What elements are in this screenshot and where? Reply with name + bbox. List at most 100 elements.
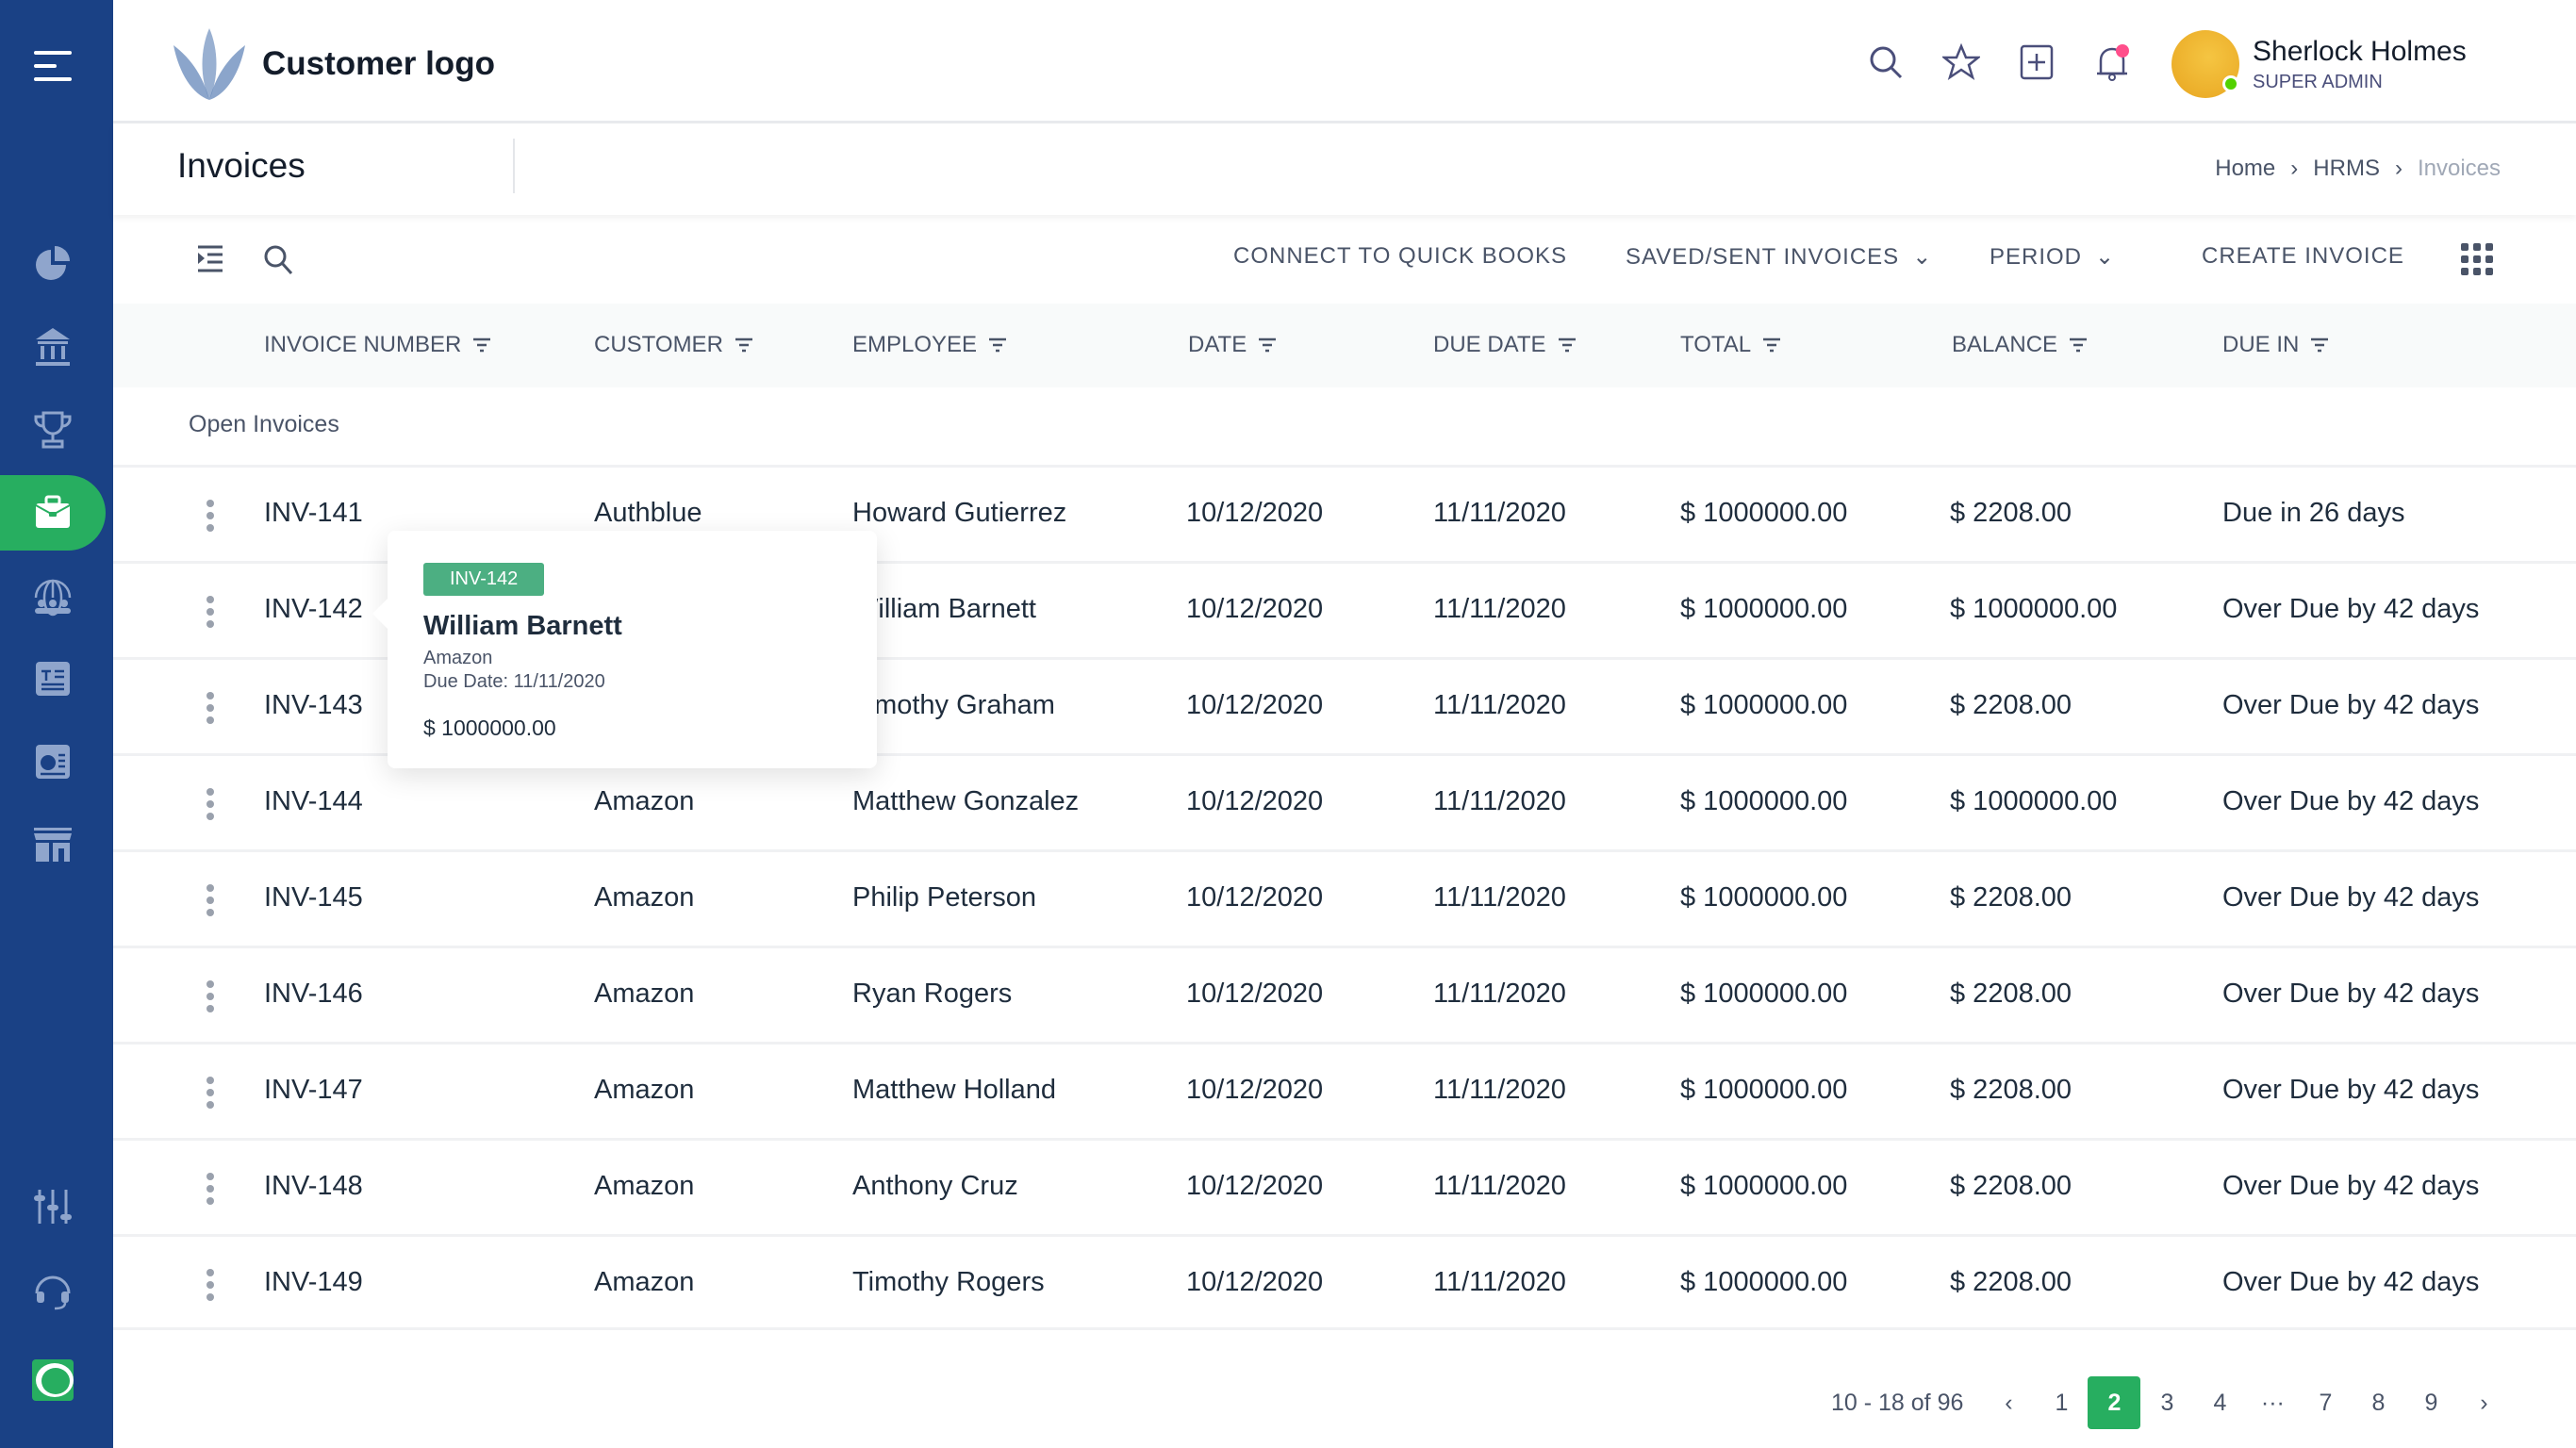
search-icon[interactable] <box>1867 43 1905 81</box>
row-actions-kebab-icon[interactable] <box>204 884 217 916</box>
invoice-tooltip: INV-142 William Barnett Amazon Due Date:… <box>372 531 877 768</box>
toolbar: CONNECT TO QUICK BOOKS SAVED/SENT INVOIC… <box>113 215 2576 304</box>
cell-invoice-number[interactable]: INV-142 <box>264 594 363 625</box>
filter-icon[interactable] <box>988 337 1007 353</box>
user-name: Sherlock Holmes <box>2253 35 2467 67</box>
user-menu[interactable]: Sherlock Holmes SUPER ADMIN <box>2171 30 2467 98</box>
row-actions-kebab-icon[interactable] <box>204 788 217 820</box>
customer-logo[interactable]: Customer logo <box>172 26 495 102</box>
page-4[interactable]: 4 <box>2193 1376 2246 1429</box>
page-1[interactable]: 1 <box>2035 1376 2088 1429</box>
column-header-balance[interactable]: BALANCE <box>1952 332 2088 358</box>
table-row[interactable]: INV-147 Amazon Matthew Holland 10/12/2020 11… <box>113 1042 2576 1138</box>
cell-due-in: Over Due by 42 days <box>2222 1171 2480 1201</box>
chevron-down-icon: ⌄ <box>2095 244 2116 270</box>
cell-employee: Anthony Cruz <box>852 1171 1018 1201</box>
headset-icon <box>35 1275 71 1310</box>
page-9[interactable]: 9 <box>2404 1376 2457 1429</box>
cell-invoice-number[interactable]: INV-145 <box>264 882 363 913</box>
column-header-customer[interactable]: CUSTOMER <box>594 332 753 358</box>
filter-icon[interactable] <box>472 337 491 353</box>
table-row[interactable]: INV-148 Amazon Anthony Cruz 10/12/2020 11/11… <box>113 1138 2576 1234</box>
cell-invoice-number[interactable]: INV-148 <box>264 1171 363 1202</box>
cell-due-in: Over Due by 42 days <box>2222 690 2480 720</box>
prev-page-icon[interactable]: ‹ <box>1982 1376 2035 1429</box>
sidebar-item-briefcase[interactable] <box>0 475 106 551</box>
row-actions-kebab-icon[interactable] <box>204 980 217 1012</box>
row-actions-kebab-icon[interactable] <box>204 1173 217 1205</box>
cell-balance: $ 2208.00 <box>1950 882 2072 913</box>
indent-icon[interactable] <box>196 245 224 273</box>
breadcrumb-home[interactable]: Home <box>2215 156 2275 182</box>
star-icon[interactable] <box>1942 43 1980 81</box>
row-actions-kebab-icon[interactable] <box>204 596 217 628</box>
sidebar-item-report[interactable] <box>0 724 106 799</box>
cell-invoice-number[interactable]: INV-149 <box>264 1267 363 1298</box>
cell-total: $ 1000000.00 <box>1680 1075 1848 1105</box>
column-header-due-date[interactable]: DUE DATE <box>1433 332 1577 358</box>
page-2[interactable]: 2 <box>2088 1376 2141 1429</box>
column-header-date[interactable]: DATE <box>1188 332 1277 358</box>
sidebar-item-app-logo[interactable] <box>0 1342 106 1418</box>
cell-due-in: Over Due by 42 days <box>2222 979 2480 1009</box>
sidebar-item-trophy[interactable] <box>0 392 106 468</box>
filter-icon[interactable] <box>1558 337 1577 353</box>
cell-due-in: Over Due by 42 days <box>2222 1267 2480 1297</box>
table-row[interactable]: INV-149 Amazon Timothy Rogers 10/12/2020 11/… <box>113 1234 2576 1330</box>
create-invoice-button[interactable]: CREATE INVOICE <box>2202 243 2404 270</box>
saved-sent-invoices-dropdown[interactable]: SAVED/SENT INVOICES ⌄ <box>1626 243 1932 271</box>
page-8[interactable]: 8 <box>2352 1376 2404 1429</box>
cell-due-date: 11/11/2020 <box>1433 882 1566 913</box>
page-7[interactable]: 7 <box>2299 1376 2352 1429</box>
column-header-invoice-number[interactable]: INVOICE NUMBER <box>264 332 491 358</box>
bank-icon <box>36 328 70 366</box>
connect-quickbooks-button[interactable]: CONNECT TO QUICK BOOKS <box>1233 243 1567 270</box>
breadcrumb-hrms[interactable]: HRMS <box>2313 156 2380 182</box>
cell-invoice-number[interactable]: INV-141 <box>264 498 363 529</box>
grid-menu-icon[interactable] <box>2461 243 2493 275</box>
filter-icon[interactable] <box>2310 337 2329 353</box>
bell-icon[interactable] <box>2093 43 2131 81</box>
row-actions-kebab-icon[interactable] <box>204 692 217 724</box>
search-icon[interactable] <box>262 243 294 275</box>
next-page-icon[interactable]: › <box>2457 1376 2510 1429</box>
row-actions-kebab-icon[interactable] <box>204 1077 217 1109</box>
column-label: DATE <box>1188 332 1247 357</box>
tooltip-due-date: Due Date: 11/11/2020 <box>423 671 605 692</box>
filter-icon[interactable] <box>2069 337 2088 353</box>
cell-invoice-number[interactable]: INV-144 <box>264 786 363 817</box>
filter-icon[interactable] <box>1258 337 1277 353</box>
filter-icon[interactable] <box>735 337 753 353</box>
sliders-icon <box>34 1190 72 1224</box>
cell-customer: Authblue <box>594 498 702 528</box>
filter-icon[interactable] <box>1762 337 1781 353</box>
sidebar-item-global-team[interactable] <box>0 558 106 634</box>
page-ellipsis[interactable]: ··· <box>2246 1376 2299 1429</box>
saved-label: SAVED/SENT INVOICES <box>1626 243 1900 270</box>
column-header-total[interactable]: TOTAL <box>1680 332 1781 358</box>
briefcase-icon <box>35 495 71 528</box>
sidebar-item-headset[interactable] <box>0 1252 106 1327</box>
sidebar-item-pie-chart[interactable] <box>0 225 106 301</box>
column-header-employee[interactable]: EMPLOYEE <box>852 332 1007 358</box>
table-row[interactable]: INV-146 Amazon Ryan Rogers 10/12/2020 11/11/… <box>113 946 2576 1042</box>
cell-invoice-number[interactable]: INV-147 <box>264 1075 363 1106</box>
period-dropdown[interactable]: PERIOD ⌄ <box>1990 243 2115 271</box>
avatar[interactable] <box>2171 30 2239 98</box>
add-icon[interactable] <box>2018 43 2056 81</box>
sidebar-item-menu[interactable] <box>0 28 106 104</box>
sidebar-item-sliders[interactable] <box>0 1169 106 1244</box>
sidebar-item-store[interactable] <box>0 807 106 882</box>
row-actions-kebab-icon[interactable] <box>204 1269 217 1301</box>
column-header-due-in[interactable]: DUE IN <box>2222 332 2329 358</box>
news-icon <box>36 662 70 696</box>
cell-invoice-number[interactable]: INV-146 <box>264 979 363 1010</box>
row-actions-kebab-icon[interactable] <box>204 500 217 532</box>
cell-invoice-number[interactable]: INV-143 <box>264 690 363 721</box>
sidebar-item-news[interactable] <box>0 641 106 716</box>
cell-employee: Matthew Gonzalez <box>852 786 1080 816</box>
page-3[interactable]: 3 <box>2140 1376 2193 1429</box>
sidebar-item-bank[interactable] <box>0 309 106 385</box>
tooltip-customer: Amazon <box>423 648 493 668</box>
table-row[interactable]: INV-145 Amazon Philip Peterson 10/12/2020 11… <box>113 849 2576 946</box>
